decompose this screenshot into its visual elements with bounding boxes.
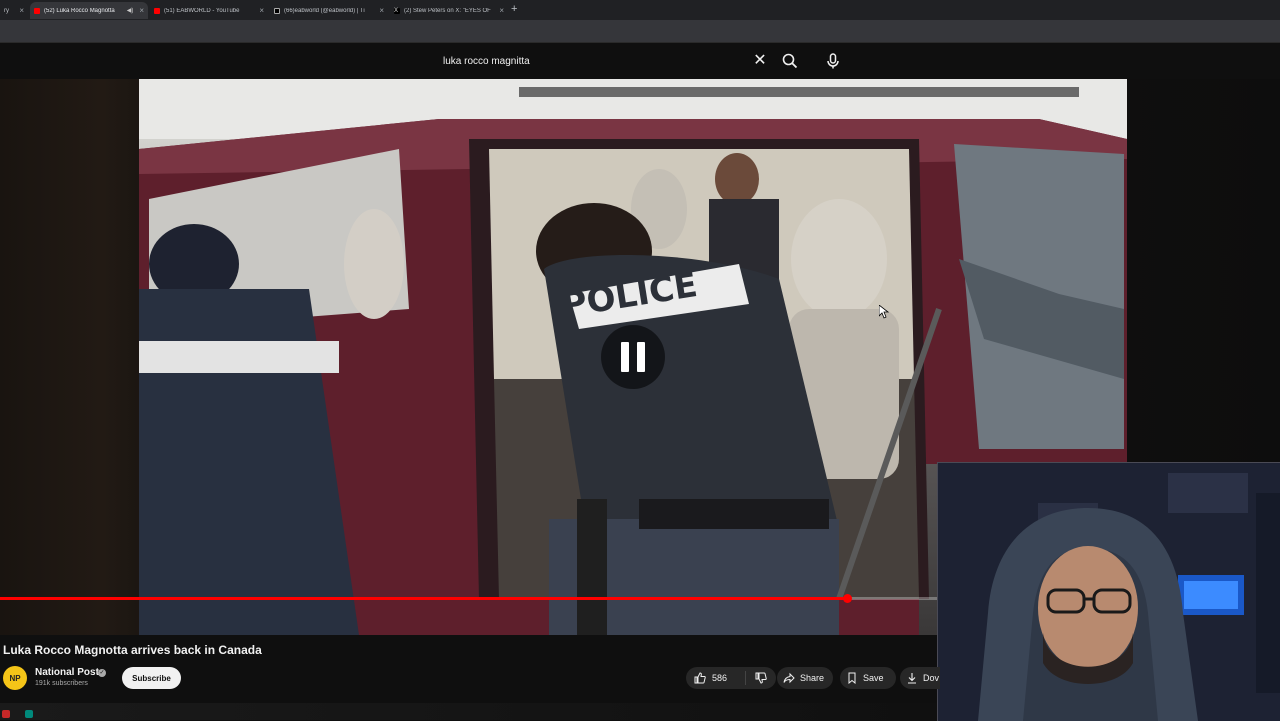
pause-icon-bar — [637, 342, 645, 372]
browser-tab[interactable]: ry × — [0, 2, 28, 19]
browser-tab[interactable]: (51) EABWORLD - YouTube × — [150, 2, 268, 19]
tab-title: (2) Stew Peters on X: "EYES OF — [404, 7, 491, 14]
browser-tab-active[interactable]: (52) Luka Rocco Magnotta ◀) × — [30, 2, 148, 19]
share-icon — [783, 672, 795, 684]
like-button[interactable]: 586 — [686, 671, 746, 685]
save-button[interactable]: Save — [840, 667, 896, 689]
microphone-icon[interactable] — [824, 52, 842, 70]
download-button[interactable]: Dov — [900, 667, 940, 689]
app-icon[interactable] — [25, 710, 33, 718]
pause-icon-bar — [621, 342, 629, 372]
tiktok-favicon-icon — [274, 7, 280, 14]
mouse-cursor-icon — [878, 304, 890, 319]
share-label: Share — [800, 673, 825, 683]
tab-close-icon[interactable]: × — [379, 6, 384, 15]
thumbs-down-icon — [755, 672, 767, 684]
x-favicon-icon: X — [394, 7, 400, 14]
search-bar[interactable]: luka rocco magnitta — [433, 47, 773, 75]
subscribe-button[interactable]: Subscribe — [122, 667, 181, 689]
tab-title: (51) EABWORLD - YouTube — [164, 7, 240, 14]
pause-button[interactable] — [601, 325, 665, 389]
browser-tab[interactable]: (66)eabworld (@eabworld) | Ti × — [270, 2, 388, 19]
progress-bar[interactable] — [0, 594, 937, 603]
app-icon[interactable] — [2, 710, 10, 718]
tab-close-icon[interactable]: × — [499, 6, 504, 15]
dislike-button[interactable] — [746, 672, 776, 684]
bookmark-icon — [848, 672, 856, 684]
youtube-favicon-icon — [154, 7, 160, 14]
tab-title: ry — [4, 7, 9, 14]
like-count: 586 — [712, 673, 728, 683]
tab-title: (52) Luka Rocco Magnotta — [44, 7, 115, 14]
subscriber-count: 191k subscribers — [35, 680, 88, 687]
verified-badge-icon: ✓ — [98, 669, 106, 677]
progress-played — [0, 597, 848, 600]
browser-toolbar — [0, 20, 1280, 43]
tab-close-icon[interactable]: × — [139, 6, 144, 15]
webcam-overlay — [937, 462, 1280, 721]
browser-tab-strip: ry × (52) Luka Rocco Magnotta ◀) × (51) … — [0, 0, 1280, 20]
search-input[interactable]: luka rocco magnitta — [433, 56, 773, 67]
download-label: Dov — [923, 673, 940, 683]
tab-title: (66)eabworld (@eabworld) | Ti — [284, 7, 365, 14]
speaker-icon[interactable]: ◀) — [127, 7, 134, 14]
save-label: Save — [863, 673, 884, 683]
video-title: Luka Rocco Magnotta arrives back in Cana… — [3, 643, 262, 657]
clear-search-icon[interactable]: ✕ — [750, 52, 770, 70]
new-tab-button[interactable]: + — [511, 3, 517, 15]
webcam-scene-illustration — [938, 463, 1280, 721]
browser-tab[interactable]: X (2) Stew Peters on X: "EYES OF × — [390, 2, 508, 19]
search-icon[interactable] — [781, 52, 799, 70]
tab-close-icon[interactable]: × — [259, 6, 264, 15]
next-content-strip — [0, 703, 937, 720]
like-dislike-group: 586 — [686, 667, 776, 689]
share-button[interactable]: Share — [777, 667, 833, 689]
youtube-favicon-icon — [34, 7, 40, 14]
download-icon — [908, 673, 916, 684]
channel-avatar[interactable]: NP — [3, 666, 27, 690]
channel-name[interactable]: National Post — [35, 667, 99, 678]
thumbs-up-icon — [694, 672, 706, 684]
tab-close-icon[interactable]: × — [19, 6, 24, 15]
